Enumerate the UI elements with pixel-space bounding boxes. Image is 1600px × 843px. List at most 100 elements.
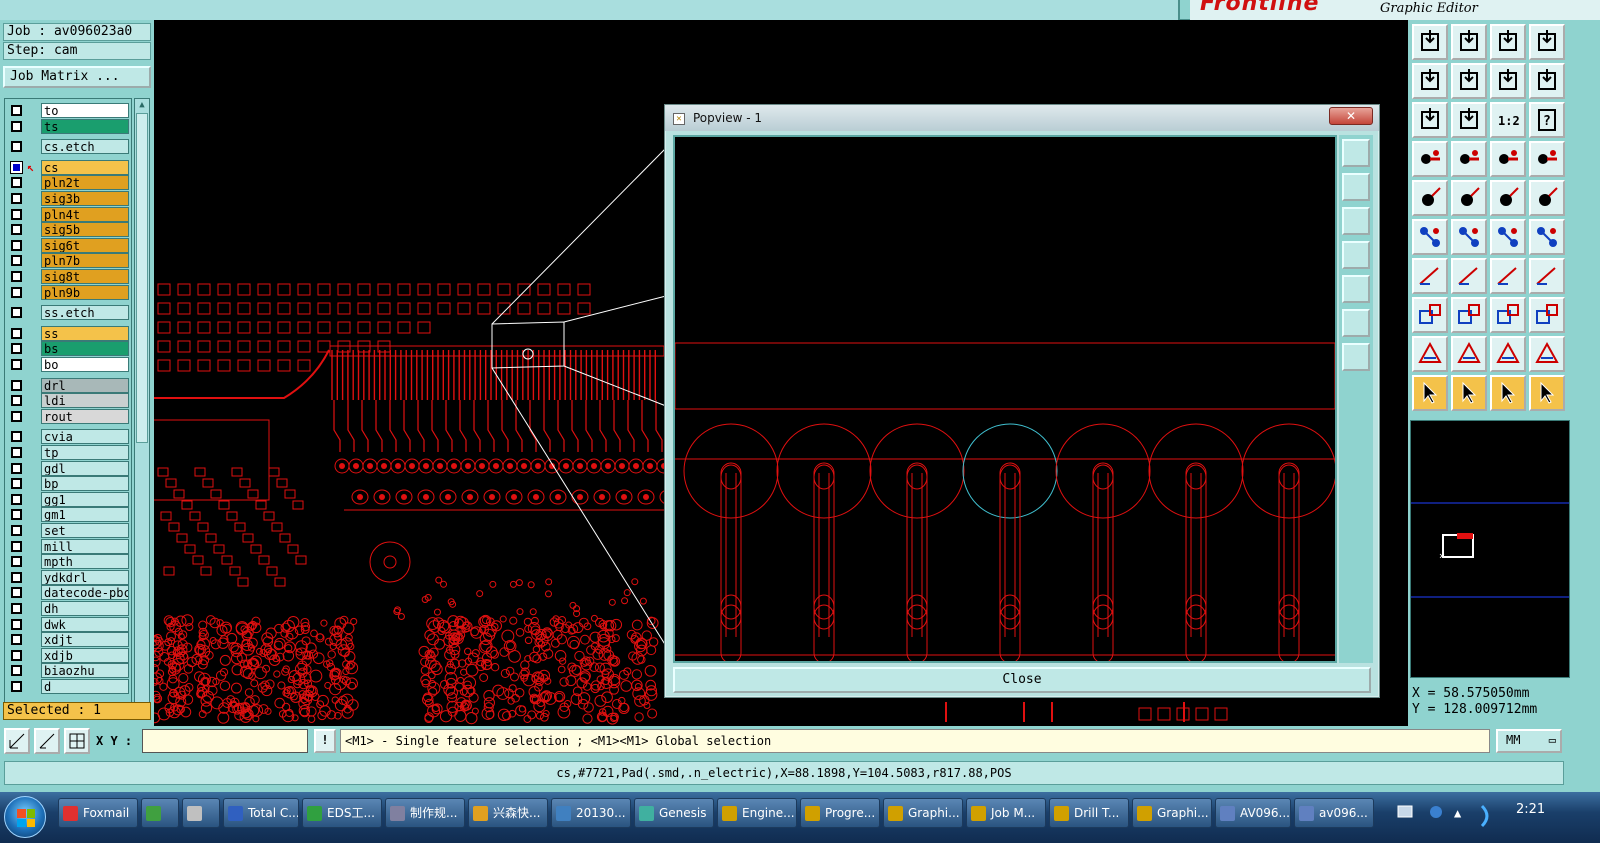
layer-name[interactable]: datecode-pbc <box>41 585 129 601</box>
layer-name[interactable]: mill <box>41 538 129 554</box>
window-icon[interactable] <box>1529 24 1565 60</box>
layer-checkbox[interactable] <box>11 410 22 422</box>
layer-row[interactable]: pln2t <box>7 175 131 191</box>
overview-map[interactable]: × <box>1410 420 1570 678</box>
layer-name[interactable]: ts <box>41 118 129 134</box>
zoom-home-icon[interactable] <box>1342 139 1370 167</box>
snap-icon[interactable] <box>4 728 30 754</box>
layer-row[interactable]: mill <box>7 538 131 554</box>
layer-name[interactable]: ss <box>41 325 129 341</box>
circle-icon[interactable] <box>1529 180 1565 216</box>
layer-name[interactable]: sig5b <box>41 222 129 238</box>
select-net-icon[interactable] <box>1490 375 1526 411</box>
draw-line-icon[interactable] <box>1412 258 1448 294</box>
layer-name[interactable]: bp <box>41 476 129 492</box>
scale-icon[interactable]: 1:2 <box>1490 102 1526 138</box>
layer-name[interactable]: pln2t <box>41 175 129 191</box>
popview-close-button[interactable]: Close <box>673 667 1371 693</box>
layer-name[interactable]: pln4t <box>41 206 129 222</box>
layer-checkbox[interactable] <box>11 343 22 355</box>
taskbar-button[interactable]: 20130... <box>551 798 631 828</box>
layer-row[interactable]: rout <box>7 408 131 424</box>
taskbar-button[interactable]: 兴森快... <box>468 798 548 828</box>
rotate-icon[interactable] <box>1490 258 1526 294</box>
layer-name[interactable]: xdjb <box>41 647 129 663</box>
layer-row[interactable]: gdl <box>7 460 131 476</box>
layer-name[interactable]: biaozhu <box>41 663 129 679</box>
layer-row[interactable]: ss <box>7 325 131 341</box>
popview-zoom-view[interactable] <box>674 137 1337 664</box>
import-icon[interactable] <box>1412 63 1448 99</box>
popview-titlebar[interactable]: ✕ Popview - 1 ✕ <box>665 105 1379 131</box>
layer-checkbox[interactable] <box>11 618 22 630</box>
triangle-a-icon[interactable] <box>1412 336 1448 372</box>
layer-name[interactable]: d <box>41 679 129 694</box>
redo-icon[interactable] <box>1529 63 1565 99</box>
taskbar-button[interactable]: av096... <box>1294 798 1374 828</box>
layer-row[interactable]: ldi <box>7 393 131 409</box>
layer-name[interactable]: ldi <box>41 393 129 409</box>
layer-name[interactable]: to <box>41 103 129 118</box>
slash-icon[interactable] <box>1451 258 1487 294</box>
layer-name[interactable]: bo <box>41 357 129 372</box>
layer-name[interactable]: pln7b <box>41 253 129 269</box>
layer-name[interactable]: cs <box>41 159 129 175</box>
layer-checkbox[interactable] <box>11 478 22 490</box>
taskbar-button[interactable]: Foxmail <box>58 798 138 828</box>
layer-name[interactable]: drl <box>41 377 129 393</box>
cross-icon[interactable] <box>1451 219 1487 255</box>
layer-row[interactable]: sig5b <box>7 222 131 238</box>
layer-row[interactable]: pln9b <box>7 284 131 300</box>
start-button[interactable] <box>4 796 46 838</box>
layer-name[interactable]: set <box>41 523 129 538</box>
layer-checkbox[interactable] <box>11 359 22 370</box>
select-arrow-icon[interactable] <box>1412 375 1448 411</box>
taskbar-button[interactable]: Graphi... <box>883 798 963 828</box>
measure-icon[interactable] <box>34 728 60 754</box>
layer-row[interactable]: drl <box>7 377 131 393</box>
layer-checkbox[interactable] <box>11 327 22 339</box>
taskbar-button[interactable] <box>141 798 179 828</box>
layer-checkbox[interactable] <box>11 681 22 692</box>
save-icon[interactable] <box>1451 24 1487 60</box>
layer-row[interactable]: biaozhu <box>7 663 131 679</box>
layer-name[interactable]: mpth <box>41 554 129 570</box>
dropdown-icon[interactable]: ▭ <box>1549 731 1556 750</box>
layer-name[interactable]: gdl <box>41 460 129 476</box>
layer-row[interactable]: set <box>7 523 131 538</box>
layer-name[interactable]: bs <box>41 341 129 357</box>
arc-point-icon[interactable] <box>1529 219 1565 255</box>
job-matrix-button[interactable]: Job Matrix ... <box>3 66 151 88</box>
layer-name[interactable]: ydkdrl <box>41 569 129 585</box>
layer-checkbox[interactable] <box>11 509 22 521</box>
layer-checkbox[interactable] <box>11 271 22 282</box>
layer-row[interactable]: bo <box>7 357 131 372</box>
layer-checkbox[interactable] <box>11 462 22 474</box>
stretch-icon[interactable] <box>1490 297 1526 333</box>
layer-checkbox[interactable] <box>11 141 22 153</box>
layer-row[interactable]: sig3b <box>7 191 131 206</box>
pan-left-icon[interactable] <box>1342 241 1370 269</box>
scroll-thumb[interactable] <box>136 113 148 443</box>
system-tray[interactable]: ▲ <box>1386 792 1600 843</box>
layer-name[interactable]: rout <box>41 408 129 424</box>
layer-row[interactable]: ydkdrl <box>7 569 131 585</box>
job-open-icon[interactable] <box>1412 24 1448 60</box>
popview-canvas[interactable] <box>673 135 1337 664</box>
layer-checkbox[interactable] <box>11 556 22 568</box>
layer-checkbox[interactable] <box>11 431 22 443</box>
minus-icon[interactable] <box>1451 297 1487 333</box>
select-route-icon[interactable] <box>1529 375 1565 411</box>
layer-row[interactable]: sig8t <box>7 269 131 284</box>
taskbar-button[interactable]: EDS工... <box>302 798 382 828</box>
layer-row[interactable]: datecode-pbc <box>7 585 131 601</box>
mirror-icon[interactable] <box>1529 258 1565 294</box>
exclaim-button[interactable]: ! <box>314 729 336 753</box>
grid-icon[interactable] <box>64 728 90 754</box>
net-check-icon[interactable] <box>1529 141 1565 177</box>
fit-icon[interactable] <box>1412 102 1448 138</box>
triangle-d-icon[interactable] <box>1529 336 1565 372</box>
layer-checkbox[interactable] <box>11 379 22 391</box>
layer-checkbox[interactable] <box>11 540 22 552</box>
layer-name[interactable]: xdjt <box>41 632 129 648</box>
